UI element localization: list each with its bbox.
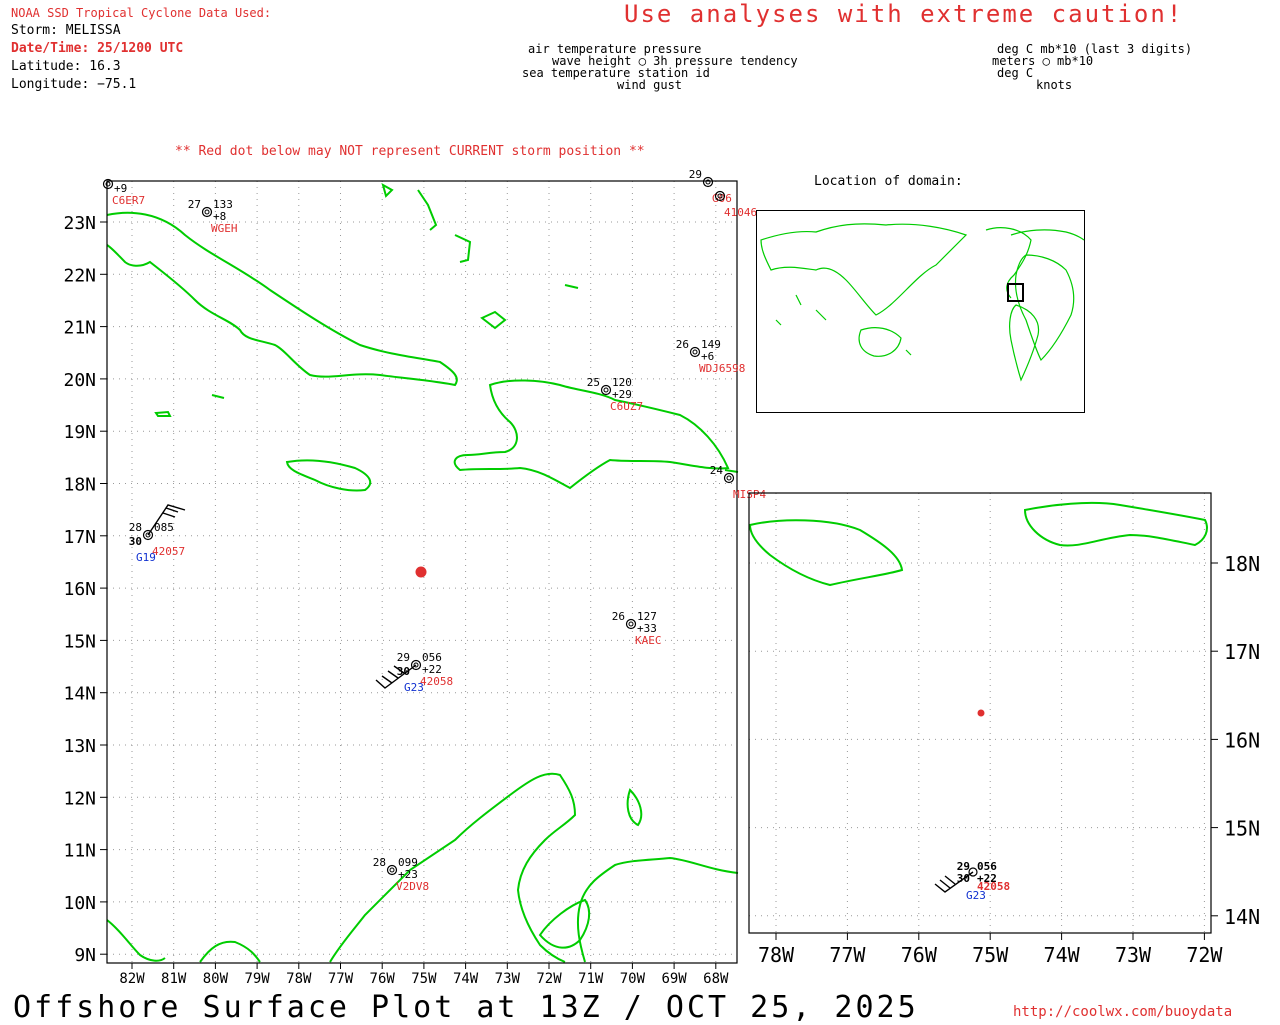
inset-lat-label: 15N	[1224, 817, 1260, 841]
source-url[interactable]: http://coolwx.com/buoydata	[1013, 1004, 1232, 1020]
inset-lat-label: 18N	[1224, 552, 1260, 576]
inset-lat-label: 14N	[1224, 905, 1260, 929]
inset-lon-label: 72W	[1186, 943, 1223, 967]
inset-station-gust: G23	[966, 889, 986, 902]
inset-lon-label: 77W	[829, 943, 866, 967]
inset-station-42058: 29 05630 +2242058G23	[934, 860, 1010, 902]
inset-storm-marker	[977, 709, 985, 717]
inset-lon-label: 74W	[1044, 943, 1081, 967]
inset-lon-label: 78W	[758, 943, 795, 967]
plot-title: Offshore Surface Plot at 13Z / OCT 25, 2…	[13, 990, 919, 1025]
inset-axis-labels: 18N 17N 16N 15N 14N 78W 77W 76W 75W 74W 73W 72W	[758, 552, 1260, 967]
inset-lat-label: 17N	[1224, 640, 1260, 664]
inset-coastline	[748, 501, 1208, 587]
inset-lon-label: 73W	[1115, 943, 1152, 967]
inset-stations: 29 05630 +2242058G23	[934, 860, 1010, 902]
inset-lon-label: 76W	[901, 943, 938, 967]
inset-lon-label: 75W	[972, 943, 1009, 967]
inset-lat-label: 16N	[1224, 728, 1260, 752]
inset-map: 18N 17N 16N 15N 14N 78W 77W 76W 75W 74W 73W 72W 29 0…	[748, 492, 1260, 967]
